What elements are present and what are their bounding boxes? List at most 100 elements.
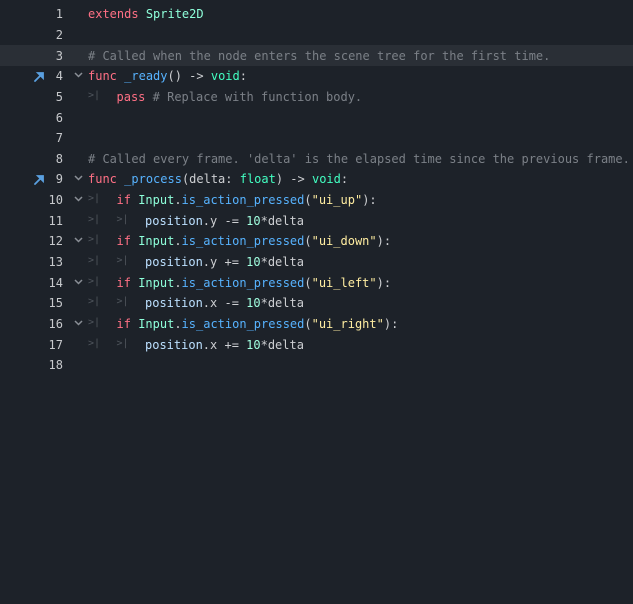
code-line[interactable]: 4 func _ready() -> void: bbox=[0, 66, 633, 87]
code-token: is_action_pressed bbox=[181, 275, 305, 290]
code-token: _process bbox=[124, 172, 182, 187]
line-number: 3 bbox=[55, 48, 63, 63]
line-number: 13 bbox=[48, 255, 63, 269]
chevron-down-icon[interactable] bbox=[72, 236, 84, 246]
line-number: 1 bbox=[55, 7, 63, 22]
code-line[interactable]: 10 >| if Input. is_action_pressed("ui_up"): bbox=[0, 190, 633, 211]
code-line[interactable]: 11 >| >| position .y -= 10 *delta bbox=[0, 210, 633, 231]
code-text[interactable]: >| pass # Replace with function body. bbox=[88, 90, 362, 104]
line-number: 16 bbox=[48, 316, 63, 331]
code-line[interactable]: 2 bbox=[0, 25, 633, 46]
tab-indent-icon: >| bbox=[88, 296, 101, 308]
code-line[interactable]: 9 func _process (delta: float) -> void: bbox=[0, 169, 633, 190]
line-number: 12 bbox=[48, 234, 63, 249]
code-token: ): bbox=[376, 234, 392, 249]
code-token: # Called every frame. 'delta' is the ela… bbox=[88, 151, 630, 166]
code-token: . bbox=[174, 193, 182, 208]
code-line[interactable]: 12 >| if Input. is_action_pressed("ui_down"… bbox=[0, 231, 633, 252]
code-line[interactable]: 8 # Called every frame. 'delta' is the el… bbox=[0, 148, 633, 169]
code-text[interactable]: # Called when the node enters the scene … bbox=[88, 49, 550, 63]
code-text[interactable]: >| if Input. is_action_pressed("ui_left"): bbox=[88, 276, 391, 290]
code-token: void bbox=[210, 69, 240, 84]
tab-indent-icon: >| bbox=[88, 234, 101, 246]
code-token: # Replace with function body. bbox=[152, 89, 363, 104]
chevron-down-icon[interactable] bbox=[72, 319, 84, 329]
code-line[interactable]: 18 bbox=[0, 355, 633, 376]
code-line[interactable]: 6 bbox=[0, 107, 633, 128]
code-token: float bbox=[239, 172, 276, 187]
code-token: ): bbox=[383, 316, 399, 331]
line-number: 6 bbox=[55, 110, 63, 125]
code-text[interactable]: >| if Input. is_action_pressed("ui_up"): bbox=[88, 193, 377, 207]
code-line[interactable]: 15 >| >| position .x -= 10 *delta bbox=[0, 293, 633, 314]
code-token: "ui_down" bbox=[311, 234, 377, 249]
code-text[interactable]: >| >| position .y -= 10 *delta bbox=[88, 214, 304, 228]
line-number: 11 bbox=[48, 213, 63, 228]
code-editor[interactable]: 1 extends Sprite2D 2 3 # Called when the nod… bbox=[0, 0, 633, 604]
code-line[interactable]: 16 >| if Input. is_action_pressed("ui_right… bbox=[0, 314, 633, 335]
code-text[interactable]: func _ready() -> void: bbox=[88, 69, 247, 83]
line-number: 15 bbox=[48, 296, 63, 311]
code-text[interactable]: >| >| position .x += 10 *delta bbox=[88, 338, 304, 352]
code-token: Input bbox=[138, 275, 175, 290]
code-text[interactable]: >| if Input. is_action_pressed("ui_down"): bbox=[88, 234, 391, 248]
code-line[interactable]: 17 >| >| position .x += 10 *delta bbox=[0, 334, 633, 355]
code-token: func bbox=[88, 172, 117, 187]
line-number: 17 bbox=[48, 337, 63, 352]
code-token: 10 bbox=[246, 213, 261, 228]
code-token: *delta bbox=[260, 296, 304, 311]
line-number: 7 bbox=[55, 131, 63, 146]
code-line[interactable]: 7 bbox=[0, 128, 633, 149]
code-text[interactable]: extends Sprite2D bbox=[88, 7, 204, 21]
code-token: .y -= bbox=[202, 213, 247, 228]
code-token: pass bbox=[116, 89, 146, 104]
code-token: *delta bbox=[260, 255, 304, 269]
code-token: (delta: bbox=[181, 172, 240, 187]
line-number: 18 bbox=[48, 358, 63, 373]
code-text[interactable]: # Called every frame. 'delta' is the ela… bbox=[88, 152, 630, 166]
code-token: . bbox=[174, 275, 182, 290]
code-line[interactable]: 3 # Called when the node enters the scene… bbox=[0, 45, 633, 66]
code-token: 10 bbox=[246, 337, 261, 352]
code-token: ): bbox=[362, 193, 377, 208]
code-token: *delta bbox=[260, 213, 304, 228]
code-token: position bbox=[145, 213, 203, 228]
code-token: func bbox=[88, 69, 117, 84]
tab-indent-icon: >| bbox=[88, 193, 101, 205]
code-token: () -> bbox=[167, 69, 211, 84]
tab-indent-icon: >| bbox=[88, 213, 101, 225]
chevron-down-icon[interactable] bbox=[72, 71, 84, 81]
chevron-down-icon[interactable] bbox=[72, 278, 84, 288]
code-line[interactable]: 1 extends Sprite2D bbox=[0, 4, 633, 25]
tab-indent-icon: >| bbox=[88, 337, 101, 349]
code-token: ( bbox=[304, 234, 312, 249]
code-token: ( bbox=[304, 193, 312, 208]
code-token: is_action_pressed bbox=[181, 193, 305, 208]
code-token: "ui_right" bbox=[311, 316, 384, 331]
code-line[interactable]: 14 >| if Input. is_action_pressed("ui_left"… bbox=[0, 272, 633, 293]
code-token: void bbox=[311, 172, 341, 187]
chevron-down-icon[interactable] bbox=[72, 195, 84, 205]
code-text[interactable]: >| if Input. is_action_pressed("ui_right")… bbox=[88, 317, 398, 331]
code-token: # Called when the node enters the scene … bbox=[88, 48, 551, 63]
code-token: .y += bbox=[202, 255, 247, 269]
code-token: _ready bbox=[124, 69, 168, 84]
code-token: position bbox=[145, 296, 203, 311]
tab-indent-icon: >| bbox=[88, 275, 101, 287]
code-token: position bbox=[145, 337, 203, 352]
code-text[interactable]: >| >| position .x -= 10 *delta bbox=[88, 296, 304, 310]
line-number: 9 bbox=[55, 172, 63, 187]
code-line[interactable]: 13 >| >| position .y += 10 *delta bbox=[0, 252, 633, 273]
code-text[interactable]: func _process (delta: float) -> void: bbox=[88, 172, 348, 186]
code-token: .x += bbox=[202, 337, 247, 352]
chevron-down-icon[interactable] bbox=[72, 174, 84, 184]
line-number: 2 bbox=[55, 27, 63, 42]
code-line[interactable]: 5 >| pass # Replace with function body. bbox=[0, 87, 633, 108]
code-text[interactable]: >| >| position .y += 10 *delta bbox=[88, 255, 304, 269]
